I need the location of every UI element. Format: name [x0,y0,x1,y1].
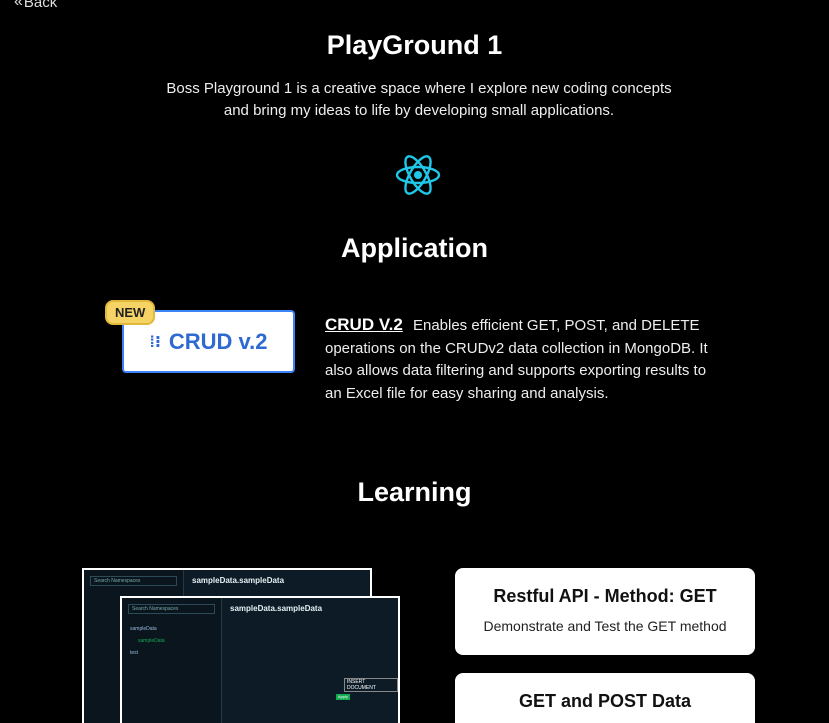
learning-card-title: Restful API - Method: GET [493,586,717,606]
back-label: Back [23,0,58,11]
application-heading: Application [341,233,488,263]
compass-search: Search Namespaces [90,576,177,586]
crud-description: CRUD V.2 Enables efficient GET, POST, an… [325,314,715,405]
back-link[interactable]: « Back [14,0,57,11]
crud-card-label: CRUD v.2 [168,328,268,354]
learning-heading: Learning [357,477,472,507]
compass-screenshot-front[interactable]: Search Namespaces sampleData sampleData … [120,596,400,723]
page-description: Boss Playground 1 is a creative space wh… [160,78,678,122]
page-title: PlayGround 1 [326,30,503,60]
compass-db-item: test [130,650,139,656]
new-badge: NEW [105,300,156,325]
react-icon [395,155,441,195]
learning-card-title: GET and POST Data [518,691,692,711]
learning-card-desc: Demonstrate and Test the GET method [483,618,727,634]
description-line-2: and bring my ideas to life by developing… [223,102,615,119]
learning-card-get-post[interactable]: GET and POST Data [455,673,755,723]
compass-collection-item: sampleData [138,638,165,644]
compass-db-item: sampleData [130,626,157,632]
crud-logo-icon: ⁞⁝ [149,333,161,351]
compass-search: Search Namespaces [128,604,215,614]
compass-back-title: sampleData.sampleData [192,576,285,585]
learning-card-get[interactable]: Restful API - Method: GET Demonstrate an… [455,568,755,655]
compass-sidebar: Search Namespaces sampleData sampleData … [122,598,222,723]
compass-front-title: sampleData.sampleData [230,604,323,613]
double-chevron-left-icon: « [14,0,23,10]
compass-insert-button: INSERT DOCUMENT [344,678,398,692]
crud-v2-link[interactable]: CRUD V.2 [325,315,403,334]
description-line-1: Boss Playground 1 is a creative space wh… [166,80,672,97]
compass-apply-button: Apply [336,694,350,700]
playground-page: « Back PlayGround 1 Boss Playground 1 is… [0,0,829,723]
